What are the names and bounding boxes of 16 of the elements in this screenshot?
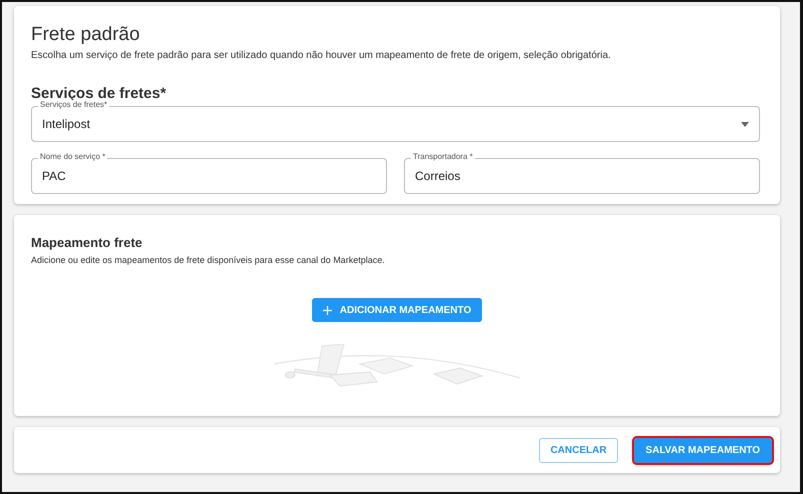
text-field[interactable]: Nome do serviço * PAC (31, 152, 387, 194)
field-label: Serviços de fretes* (38, 100, 110, 110)
section-title: Serviços de fretes* (31, 85, 168, 102)
card-title: Frete padrão (31, 24, 141, 46)
select-value: Intelipost (42, 117, 92, 131)
field-value: PAC (42, 169, 67, 183)
service-select[interactable]: Serviços de fretes* Intelipost (31, 100, 760, 142)
plus-icon (322, 306, 332, 314)
text-field[interactable]: Transportadora * Correios (404, 152, 760, 194)
caret-icon (741, 122, 749, 126)
card-description: Adicione ou edite os mapeamentos de frete disponíveis para esse canal do Marketplace. (31, 255, 386, 265)
card-description: Escolha um serviço de frete padrão para ser utilizado quando não houver um mapeamento de frete de origem, seleção obrigatória. (31, 50, 612, 61)
field-label: Transportadora * (411, 152, 475, 162)
field-value: Correios (415, 169, 462, 183)
field-label: Nome do serviço * (38, 152, 108, 162)
card-title: Mapeamento frete (31, 235, 144, 250)
